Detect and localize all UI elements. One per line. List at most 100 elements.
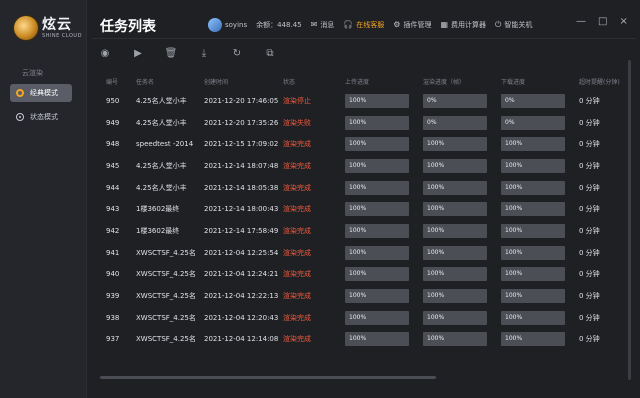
render-progress-bar: 100% — [423, 180, 487, 195]
task-created-time: 2021-12-14 18:05:38 — [204, 183, 279, 192]
render-progress-bar: 100% — [423, 202, 487, 217]
vertical-scrollbar[interactable] — [628, 60, 631, 380]
task-name: XWSCTSF_4.25名 — [136, 270, 196, 279]
task-id: 948 — [106, 140, 120, 149]
plugins-label: 插件管理 — [403, 21, 432, 29]
status-badge: 渲染完成 — [283, 248, 311, 257]
download-progress-bar: 100% — [501, 223, 565, 238]
app-logo: 炫云 SHINE CLOUD — [14, 16, 82, 40]
download-progress: 100% — [501, 289, 579, 304]
task-created-time: 2021-12-20 17:46:05 — [204, 96, 279, 105]
column-header[interactable]: 任务名 — [136, 77, 204, 86]
classic-mode-icon — [16, 89, 24, 97]
copy-icon[interactable]: ⧉ — [263, 46, 277, 60]
download-progress: 100% — [501, 180, 579, 195]
overtime-reminder: 0 分钟 — [579, 161, 600, 170]
download-progress: 100% — [501, 223, 579, 238]
status-badge: 渲染完成 — [283, 313, 311, 322]
close-icon[interactable]: × — [619, 16, 627, 27]
table-row[interactable]: 938 XWSCTSF_4.25名 2021-12-04 12:20:43 渲染完成 1… — [92, 307, 628, 329]
render-progress: 100% — [423, 310, 501, 325]
download-progress-bar: 100% — [501, 289, 565, 304]
horizontal-scrollbar[interactable] — [100, 376, 436, 379]
table-row[interactable]: 941 XWSCTSF_4.25名 2021-12-04 12:25:54 渲染完成 1… — [92, 242, 628, 264]
play-circle-icon[interactable]: ◉ — [98, 46, 112, 60]
table-row[interactable]: 940 XWSCTSF_4.25名 2021-12-04 12:24:21 渲染完成 1… — [92, 264, 628, 286]
render-progress: 100% — [423, 180, 501, 195]
column-header[interactable]: 创建时间 — [204, 77, 283, 86]
table-row[interactable]: 939 XWSCTSF_4.25名 2021-12-04 12:22:13 渲染完成 1… — [92, 285, 628, 307]
refresh-icon[interactable]: ↻ — [230, 46, 244, 60]
table-row[interactable]: 944 4.25名人堂小丰 2021-12-14 18:05:38 渲染完成 100% 1… — [92, 177, 628, 199]
avatar — [208, 18, 222, 32]
download-progress-bar: 100% — [501, 245, 565, 260]
task-id: 943 — [106, 205, 120, 214]
status-mode-icon — [16, 113, 24, 121]
status-badge: 渲染完成 — [283, 292, 311, 301]
trash-icon[interactable]: 🗑 — [164, 46, 178, 60]
smart-shutdown-button[interactable]: ⏻ 智能关机 — [495, 20, 532, 30]
calculator-icon: ▦ — [440, 20, 449, 29]
task-id: 937 — [106, 335, 120, 344]
table-row[interactable]: 937 XWSCTSF_4.25名 2021-12-04 12:14:08 渲染完成 1… — [92, 329, 628, 351]
sidebar-item-status-mode[interactable]: 状态模式 — [10, 108, 72, 126]
task-id: 938 — [106, 313, 120, 322]
sidebar-item-label: 经典模式 — [30, 89, 58, 97]
column-header[interactable]: 超时提醒(分钟) — [579, 77, 628, 86]
upload-progress-bar: 100% — [345, 93, 409, 108]
table-row[interactable]: 942 1楼3602最终 2021-12-14 17:58:49 渲染完成 100% 10… — [92, 220, 628, 242]
minimize-icon[interactable]: — — [576, 16, 586, 27]
column-header[interactable]: 下载进度 — [501, 77, 579, 86]
play-icon[interactable]: ▶ — [131, 46, 145, 60]
table-row[interactable]: 950 4.25名人堂小丰 2021-12-20 17:46:05 渲染停止 100% 0… — [92, 90, 628, 112]
fee-calculator-button[interactable]: ▦ 费用计算器 — [440, 20, 486, 30]
column-header[interactable]: 上传进度 — [345, 77, 423, 86]
column-header[interactable]: 状态 — [283, 77, 345, 86]
download-progress: 100% — [501, 267, 579, 282]
render-progress-bar: 100% — [423, 158, 487, 173]
maximize-icon[interactable]: □ — [598, 16, 607, 27]
upload-progress: 100% — [345, 245, 423, 260]
headset-icon: 🎧 — [343, 20, 354, 29]
status-badge: 渲染完成 — [283, 226, 311, 235]
divider — [92, 38, 636, 39]
task-id: 949 — [106, 118, 120, 127]
messages-label: 消息 — [320, 21, 335, 29]
table-row[interactable]: 948 speedtest -2014 2021-12-15 17:09:02 渲染完… — [92, 133, 628, 155]
upload-progress-bar: 100% — [345, 310, 409, 325]
overtime-reminder: 0 分钟 — [579, 205, 600, 214]
sidebar-item-classic-mode[interactable]: 经典模式 — [10, 84, 72, 102]
overtime-reminder: 0 分钟 — [579, 118, 600, 127]
task-created-time: 2021-12-04 12:14:08 — [204, 335, 279, 344]
plugins-button[interactable]: ⚙ 插件管理 — [393, 20, 431, 30]
render-progress-bar: 100% — [423, 332, 487, 347]
smart-shutdown-label: 智能关机 — [504, 21, 533, 29]
task-toolbar: ◉ ▶ 🗑 ⤓ ↻ ⧉ — [98, 46, 277, 60]
task-id: 942 — [106, 226, 120, 235]
task-name: speedtest -2014 — [136, 140, 194, 149]
messages-button[interactable]: ✉ 消息 — [311, 20, 335, 30]
window-controls: — □ × — [576, 16, 628, 27]
download-progress: 100% — [501, 332, 579, 347]
table-row[interactable]: 943 1楼3602最终 2021-12-14 18:00:43 渲染完成 100% 10… — [92, 198, 628, 220]
status-badge: 渲染失败 — [283, 118, 311, 127]
render-progress: 100% — [423, 267, 501, 282]
download-progress-bar: 100% — [501, 310, 565, 325]
support-button[interactable]: 🎧 在线客服 — [343, 20, 384, 30]
column-header[interactable]: 渲染进度（帧） — [423, 77, 501, 86]
render-progress: 100% — [423, 245, 501, 260]
user-menu[interactable]: soyins — [208, 18, 247, 32]
download-icon[interactable]: ⤓ — [197, 46, 211, 60]
task-created-time: 2021-12-20 17:35:26 — [204, 118, 279, 127]
render-progress: 100% — [423, 202, 501, 217]
render-progress: 100% — [423, 158, 501, 173]
table-row[interactable]: 945 4.25名人堂小丰 2021-12-14 18:07:48 渲染完成 100% 1… — [92, 155, 628, 177]
upload-progress-bar: 100% — [345, 180, 409, 195]
table-row[interactable]: 949 4.25名人堂小丰 2021-12-20 17:35:26 渲染失败 100% 0… — [92, 112, 628, 134]
overtime-reminder: 0 分钟 — [579, 183, 600, 192]
download-progress: 100% — [501, 202, 579, 217]
column-header[interactable]: 编号 — [92, 77, 136, 86]
task-created-time: 2021-12-04 12:24:21 — [204, 270, 279, 279]
render-progress: 100% — [423, 137, 501, 152]
task-name: 1楼3602最终 — [136, 205, 180, 214]
